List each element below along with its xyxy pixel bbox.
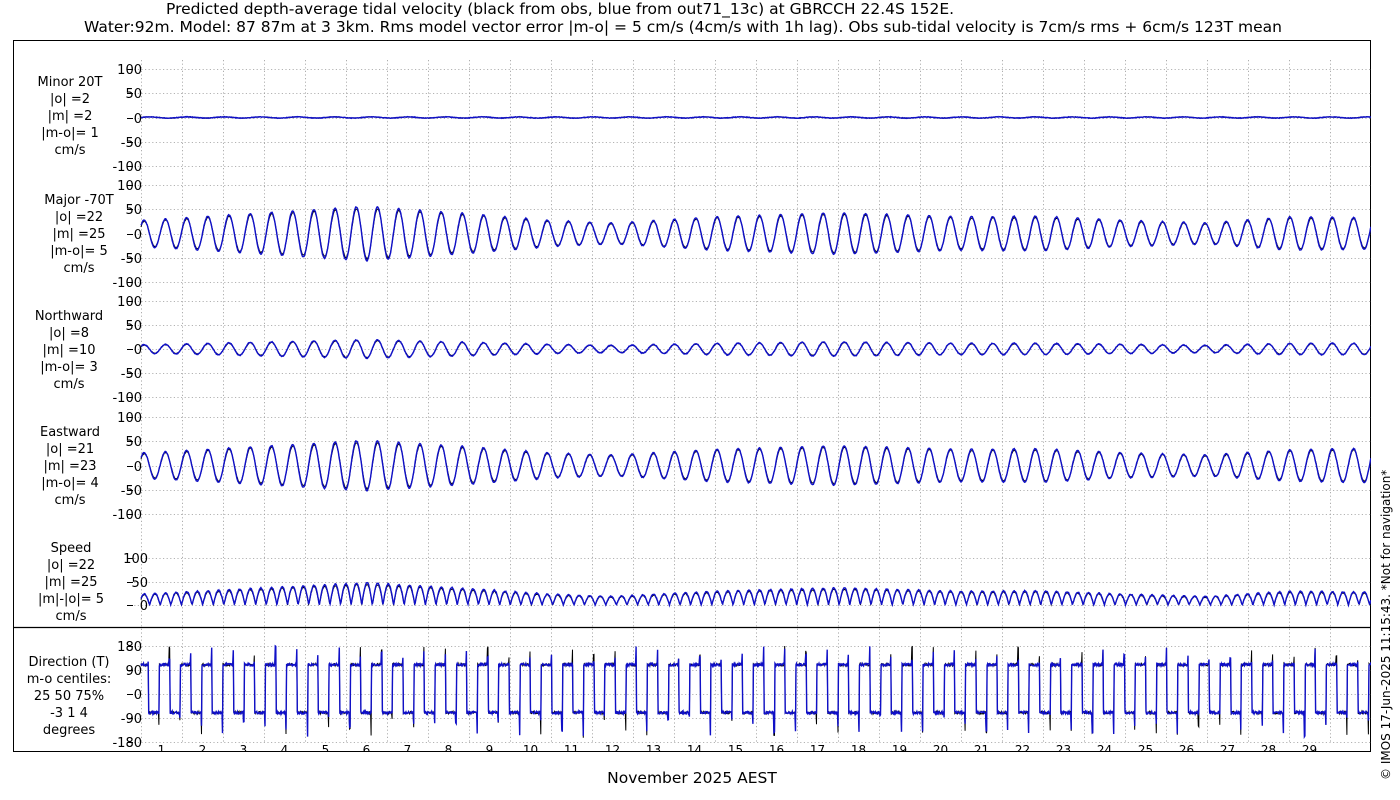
series-model-line (140, 439, 1371, 492)
panel-label-line: degrees (42, 723, 96, 738)
panel-1: 100500-50-100 (112, 63, 1371, 175)
y-tick-label: 0 (140, 599, 148, 614)
panel-label-line: |o| =2 (49, 92, 90, 107)
x-tick-label: 9 (486, 743, 494, 752)
y-tick-label: -100 (112, 276, 142, 291)
panel-label-line: cm/s (55, 609, 87, 624)
panel-label-line: Minor 20T (37, 75, 103, 90)
series-obs-line (140, 645, 1371, 738)
panel-label-5: Speed |o| =22 |m| =25 |m|-|o|= 5 cm/s (11, 540, 131, 625)
y-tick-label: 0 (134, 112, 142, 127)
panel-label-line: |m| =2 (47, 109, 93, 124)
x-tick-label: 15 (728, 743, 743, 752)
y-tick-label: 180 (117, 640, 142, 655)
y-tick-label: -100 (112, 508, 142, 523)
panel-label-line: |m|-|o|= 5 (37, 592, 105, 607)
series-obs-line (140, 583, 1371, 607)
x-tick-label: 22 (1015, 743, 1030, 752)
x-tick-label: 5 (322, 743, 330, 752)
figure-frame: 1 2 3 4 5 6 7 8 9 10 11 12 13 14 15 16 17 18 19 20 21 22 23 24 2… (13, 40, 1371, 752)
panel-label-line: |m-o|= 4 (41, 476, 99, 491)
y-tick-label: -100 (112, 160, 142, 175)
x-tick-label: 8 (445, 743, 453, 752)
x-tick-label: 13 (646, 743, 661, 752)
x-tick-label: 19 (892, 743, 907, 752)
x-tick-label: 25 (1138, 743, 1153, 752)
y-tick-label: 0 (134, 460, 142, 475)
x-tick-label: 26 (1179, 743, 1194, 752)
panel-label-line: cm/s (63, 261, 95, 276)
plot-area: 1 2 3 4 5 6 7 8 9 10 11 12 13 14 15 16 17 18 19 20 21 22 23 24 2… (13, 40, 1371, 752)
y-tick-label: -100 (112, 391, 142, 406)
panel-label-line: |m| =23 (43, 459, 97, 474)
panel-label-line: Northward (34, 309, 104, 324)
x-tick-label: 7 (404, 743, 412, 752)
x-tick-label: 17 (810, 743, 825, 752)
panel-5: 100500 (123, 552, 1371, 614)
panel-label-line: -3 1 4 (50, 706, 88, 721)
panel-label-line: |m| =10 (42, 343, 96, 358)
panel-label-line: |o| =8 (48, 326, 89, 341)
panel-label-line: Major -70T (44, 193, 114, 208)
y-tick-label: 0 (134, 688, 142, 703)
panel-label-line: Eastward (39, 425, 101, 440)
panel-label-line: cm/s (54, 143, 86, 158)
panel-label-line: m-o centiles: (26, 672, 112, 687)
panel-label-line: |o| =22 (46, 558, 96, 573)
panel-4: 100500-50-100 (112, 411, 1371, 523)
x-tick-label: 23 (1056, 743, 1071, 752)
panel-label-line: cm/s (53, 377, 85, 392)
x-tick-label: 18 (851, 743, 866, 752)
panel-6: 180900-90-180 (112, 640, 1371, 751)
x-tick-label: 29 (1302, 743, 1317, 752)
panel-label-line: |m| =25 (44, 575, 98, 590)
panel-label-line: 25 50 75% (33, 689, 105, 704)
panel-3: 100500-50-100 (112, 295, 1371, 406)
panel-label-3: Northward |o| =8 |m| =10 |m-o|= 3 cm/s (9, 308, 129, 393)
panel-label-line: |m-o|= 5 (50, 244, 108, 259)
panel-label-1: Minor 20T |o| =2 |m| =2 |m-o|= 1 cm/s (10, 74, 130, 159)
x-tick-label: 1 (158, 743, 166, 752)
series-model-line (140, 644, 1371, 740)
x-tick-label: 24 (1097, 743, 1112, 752)
title-line-1: Predicted depth-average tidal velocity (… (166, 0, 955, 18)
x-tick-label: 2 (199, 743, 207, 752)
panel-label-line: |m| =25 (52, 227, 106, 242)
x-tick-label: 27 (1220, 743, 1235, 752)
panel-label-line: |m-o|= 3 (40, 360, 98, 375)
title-line-2: Water:92m. Model: 87 87m at 3 3km. Rms m… (84, 18, 1282, 36)
x-axis-label: November 2025 AEST (607, 769, 777, 787)
panel-2: 100500-50-100 (112, 179, 1371, 291)
series-obs-line (140, 208, 1371, 260)
copyright-notice: © IMOS 17-Jun-2025 11:15:43. *Not for na… (1379, 469, 1393, 780)
x-tick-label: 11 (564, 743, 579, 752)
x-tick-label: 4 (281, 743, 289, 752)
panel-label-line: |m-o|= 1 (41, 126, 99, 141)
x-tick-label: 16 (769, 743, 784, 752)
panel-label-4: Eastward |o| =21 |m| =23 |m-o|= 4 cm/s (10, 424, 130, 509)
series-model-line (140, 581, 1371, 608)
x-tick-label: 20 (933, 743, 948, 752)
panel-label-line: cm/s (54, 493, 86, 508)
panel-label-line: Speed (50, 541, 92, 556)
x-tick-label: 3 (240, 743, 248, 752)
panel-label-line: |o| =22 (54, 210, 104, 225)
series-obs-line (140, 442, 1371, 490)
panel-label-line: Direction (T) (28, 655, 110, 670)
x-tick-label: 21 (974, 743, 989, 752)
panel-label-line: |o| =21 (45, 442, 95, 457)
x-tick-label: 28 (1261, 743, 1276, 752)
y-tick-label: 50 (131, 576, 148, 591)
outer-border (13, 40, 1371, 752)
x-tick-label: 6 (363, 743, 371, 752)
x-tick-label: 10 (523, 743, 538, 752)
y-tick-label: 0 (134, 343, 142, 358)
panel-label-6: Direction (T) m-o centiles: 25 50 75% -3 1 … (9, 654, 129, 739)
series-model-line (140, 205, 1371, 263)
panel-label-2: Major -70T |o| =22 |m| =25 |m-o|= 5 cm/s (19, 192, 139, 277)
x-tick-label: 14 (687, 743, 702, 752)
x-tick-label: 12 (605, 743, 620, 752)
